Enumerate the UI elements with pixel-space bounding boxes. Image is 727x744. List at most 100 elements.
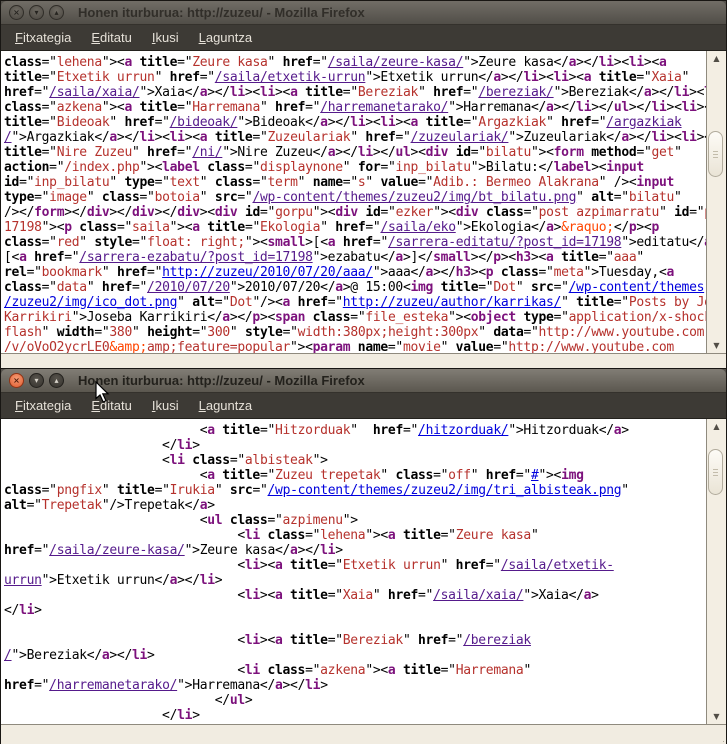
source-text: ="	[177, 55, 192, 70]
source-text: ><	[667, 130, 682, 145]
source-text: "	[230, 325, 245, 340]
source-text: a	[320, 115, 328, 130]
menu-editatu[interactable]: Editatu	[81, 27, 141, 48]
source-link[interactable]: /wp-content/themes/zuzeu2/img/bt_bilatu.…	[252, 190, 576, 205]
scrollbar[interactable]: ▲ ▼	[706, 51, 726, 353]
source-line: class="lehena"><a title="Zeure kasa" hre…	[4, 55, 706, 70]
source-link[interactable]: http://zuzeu/2010/07/20/aaa/	[162, 265, 373, 280]
menu-laguntza[interactable]: Laguntza	[189, 395, 263, 416]
source-link[interactable]: /saila/zeure-kasa/	[328, 55, 463, 70]
source-link[interactable]: /saila/xaia/	[49, 85, 139, 100]
source-text	[290, 295, 298, 310]
source-link[interactable]: /hitzorduak/	[418, 423, 508, 438]
source-link[interactable]: /bideoak/	[170, 115, 238, 130]
source-text: azkena	[57, 100, 102, 115]
source-link[interactable]: /	[4, 130, 12, 145]
menu-fitxategia[interactable]: Fitxategia	[5, 395, 81, 416]
scroll-down-icon[interactable]: ▼	[707, 339, 726, 352]
source-link[interactable]: /argazkiak	[606, 115, 681, 130]
source-view-0[interactable]: class="lehena"><a title="Zeure kasa" hre…	[1, 51, 706, 353]
source-text: h3	[516, 250, 531, 265]
source-text: ="	[42, 115, 57, 130]
source-text: li	[245, 663, 260, 678]
menu-ikusi[interactable]: Ikusi	[142, 27, 189, 48]
source-text: "	[674, 190, 682, 205]
source-text: href	[388, 588, 418, 603]
source-text: id	[245, 205, 260, 220]
source-text: Karrikiri	[4, 310, 72, 325]
source-text: ><	[667, 100, 682, 115]
source-text: ><	[155, 130, 170, 145]
source-text: http://www.youtube.com	[539, 325, 705, 340]
source-link[interactable]: /ni/	[192, 145, 222, 160]
minimize-button[interactable]: ▾	[29, 5, 44, 20]
scrollbar[interactable]: ▲ ▼	[706, 419, 726, 724]
source-text: ="	[192, 325, 207, 340]
source-link[interactable]: /harremanetarako/	[49, 678, 177, 693]
source-text: a	[222, 310, 230, 325]
source-link[interactable]: /saila/zeure-kasa/	[49, 543, 184, 558]
source-text: ">Zuzeulariak</	[508, 130, 621, 145]
menu-ikusi[interactable]: Ikusi	[142, 395, 189, 416]
source-text	[283, 633, 291, 648]
menu-fitxategia[interactable]: Fitxategia	[5, 27, 81, 48]
source-link[interactable]: /bereziak	[463, 633, 531, 648]
scrollbar-thumb[interactable]	[708, 131, 723, 177]
source-link[interactable]: /	[4, 648, 12, 663]
source-text: ><	[636, 220, 651, 235]
scroll-up-icon[interactable]: ▲	[707, 52, 726, 65]
source-text: ="	[313, 55, 328, 70]
close-button[interactable]: ×	[9, 5, 24, 20]
source-view-1[interactable]: <a title="Hitzorduak" href="/hitzorduak/…	[1, 419, 706, 724]
source-link[interactable]: /2010/07/20	[147, 280, 230, 295]
source-text: "	[350, 130, 365, 145]
source-link[interactable]: /wp-content/themes	[569, 280, 704, 295]
source-text: style	[94, 235, 132, 250]
source-link[interactable]: /zuzeu2/img/ico_dot.png	[4, 295, 177, 310]
source-text: >	[207, 498, 215, 513]
source-line: href="/saila/zeure-kasa/">Zeure kasa</a>…	[4, 543, 706, 558]
source-link[interactable]: /saila/eko	[380, 220, 455, 235]
source-link[interactable]: /bereziak/	[478, 85, 553, 100]
maximize-button[interactable]: ▴	[49, 5, 64, 20]
titlebar[interactable]: × ▾ ▴ Honen iturburua: http://zuzeu/ - M…	[1, 1, 726, 25]
source-text	[493, 265, 501, 280]
source-link[interactable]: /harremanetarako/	[320, 100, 448, 115]
scrollbar-thumb[interactable]	[708, 449, 723, 495]
resize-grip-icon[interactable]	[723, 741, 724, 742]
menu-editatu[interactable]: Editatu	[81, 395, 141, 416]
source-text: "><	[245, 235, 268, 250]
source-text: Zeure kasa	[192, 55, 267, 70]
source-text: <	[4, 513, 207, 528]
source-link[interactable]: /sarrera-ezabatu/?post_id=17198	[79, 250, 312, 265]
source-text: off	[448, 468, 471, 483]
source-text	[207, 130, 215, 145]
source-link[interactable]: /saila/xaia/	[433, 588, 523, 603]
maximize-button[interactable]: ▴	[49, 373, 64, 388]
source-link[interactable]: #	[531, 468, 539, 483]
source-text: height	[147, 325, 192, 340]
minimize-button[interactable]: ▾	[29, 373, 44, 388]
source-text: title	[222, 468, 260, 483]
source-text: "	[478, 325, 493, 340]
source-text: "><	[140, 160, 163, 175]
scroll-up-icon[interactable]: ▲	[707, 420, 726, 433]
menu-laguntza[interactable]: Laguntza	[189, 27, 263, 48]
source-link[interactable]: /sarrera-editatu/?post_id=17198	[388, 235, 621, 250]
scroll-down-icon[interactable]: ▼	[707, 710, 726, 723]
source-text	[395, 528, 403, 543]
source-text: <	[4, 558, 245, 573]
close-button[interactable]: ×	[9, 373, 24, 388]
source-link[interactable]: /wp-content/themes/zuzeu2/img/tri_albist…	[268, 483, 622, 498]
source-link[interactable]: http://zuzeu/author/karrikas/	[343, 295, 561, 310]
source-text: red	[57, 235, 80, 250]
source-text: ></	[576, 55, 599, 70]
source-link[interactable]: /zuzeulariak/	[411, 130, 509, 145]
source-link[interactable]: urrun	[4, 573, 42, 588]
source-text: input	[636, 175, 674, 190]
source-link[interactable]: /saila/etxetik-urrun	[215, 70, 366, 85]
source-text: ><	[260, 558, 275, 573]
source-link[interactable]: /saila/etxetik-	[501, 558, 614, 573]
source-text: ">Bereziak</	[554, 85, 644, 100]
source-text: ">	[313, 453, 328, 468]
